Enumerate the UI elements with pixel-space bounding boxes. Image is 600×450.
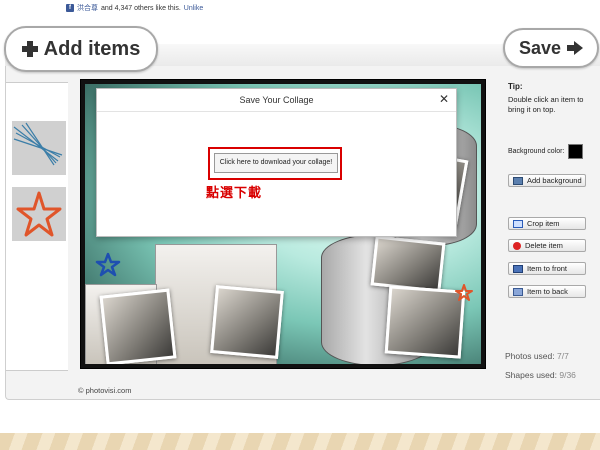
save-button[interactable]: Save	[503, 28, 599, 68]
crop-item-label: Crop item	[527, 219, 560, 228]
tip-text: Double click an item to bring it on top.	[508, 95, 584, 114]
collage-photo[interactable]	[99, 288, 177, 364]
add-background-label: Add background	[527, 176, 582, 185]
send-to-back-icon	[513, 287, 523, 296]
background-color-swatch[interactable]	[568, 144, 583, 159]
delete-item-label: Delete item	[525, 241, 563, 250]
download-collage-button[interactable]: Click here to download your collage!	[214, 153, 338, 173]
add-items-button[interactable]: Add items	[4, 26, 158, 72]
shapes-used-value: 9/36	[559, 370, 576, 380]
unlike-link[interactable]: Unlike	[184, 5, 203, 12]
delete-item-button[interactable]: Delete item	[508, 239, 586, 252]
decorative-footer-band	[0, 433, 600, 450]
shapes-used-label: Shapes used:	[505, 370, 557, 380]
item-to-front-button[interactable]: Item to front	[508, 262, 586, 275]
save-label: Save	[518, 37, 562, 58]
dialog-title: Save Your Collage	[97, 89, 456, 112]
items-strip	[6, 82, 68, 371]
like-name-link[interactable]: 洪合尊	[77, 3, 98, 13]
collage-photo[interactable]	[370, 235, 446, 293]
add-background-button[interactable]: Add background	[508, 174, 586, 187]
like-count-text: and 4,347 others like this.	[101, 4, 181, 12]
collage-photo[interactable]	[210, 285, 284, 359]
arrow-right-icon	[567, 41, 584, 55]
facebook-icon: f	[66, 4, 74, 12]
photos-used-counter: Photos used: 7/7	[505, 351, 569, 361]
delete-icon	[513, 241, 521, 250]
collage-photo[interactable]	[384, 285, 466, 359]
star-shape-icon	[95, 252, 121, 277]
download-annotation: 點選下載	[206, 185, 263, 200]
crop-item-button[interactable]: Crop item	[508, 217, 586, 230]
bring-to-front-icon	[513, 264, 523, 273]
picture-icon	[513, 176, 523, 185]
photos-used-label: Photos used:	[505, 351, 555, 361]
save-collage-dialog: Save Your Collage ✕ Click here to downlo…	[96, 88, 457, 237]
copyright-text: © photovisi.com	[78, 386, 132, 395]
star-shape-icon	[16, 191, 62, 237]
facebook-like-bar: f 洪合尊 and 4,347 others like this. Unlike	[66, 2, 203, 14]
crop-icon	[513, 219, 523, 228]
plus-icon	[21, 41, 38, 57]
photos-used-value: 7/7	[557, 351, 569, 361]
sparkle-shape-icon	[13, 122, 63, 166]
shapes-used-counter: Shapes used: 9/36	[505, 370, 576, 380]
item-thumbnail-sparkle[interactable]	[12, 121, 66, 175]
item-to-back-button[interactable]: Item to back	[508, 285, 586, 298]
add-items-label: Add items	[43, 37, 141, 60]
background-color-label: Background color:	[508, 148, 565, 155]
close-icon[interactable]: ✕	[439, 93, 449, 105]
item-to-back-label: Item to back	[527, 287, 568, 296]
star-shape-icon	[455, 284, 473, 301]
item-thumbnail-star[interactable]	[12, 187, 66, 241]
item-to-front-label: Item to front	[527, 264, 568, 273]
tip-title: Tip:	[508, 82, 523, 91]
